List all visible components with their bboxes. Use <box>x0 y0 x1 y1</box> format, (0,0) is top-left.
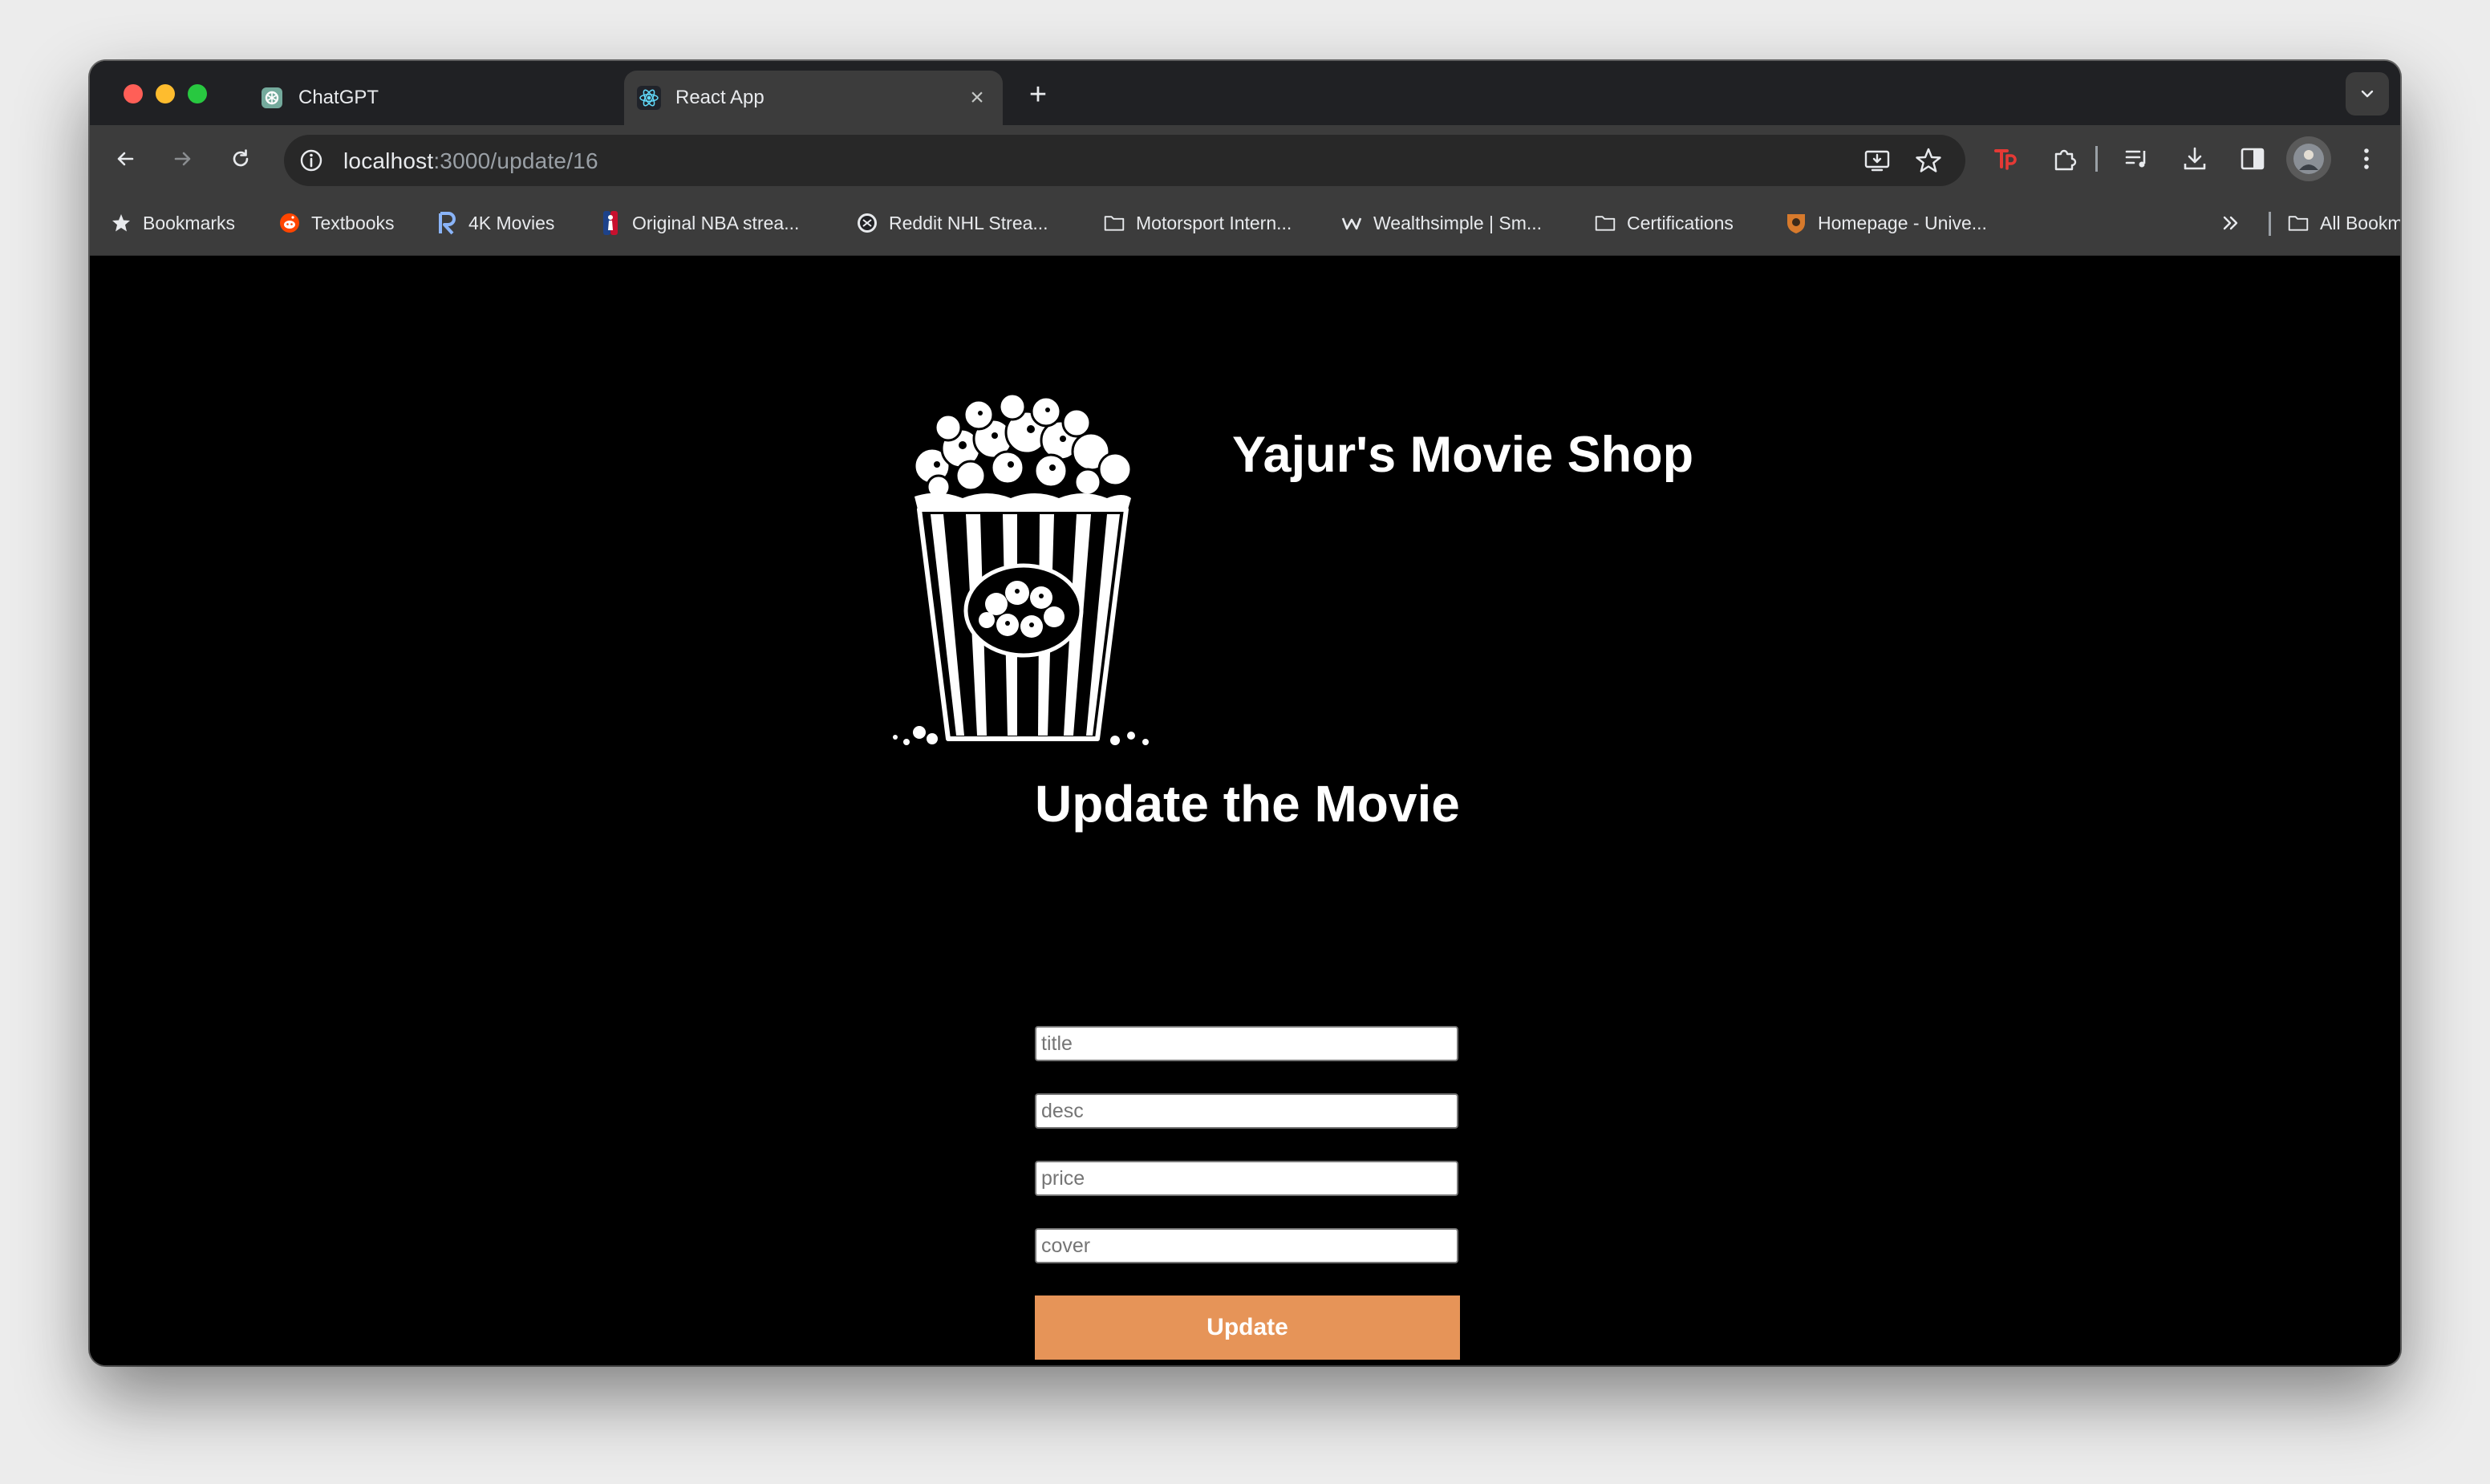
popcorn-icon <box>893 392 1149 745</box>
install-app-icon[interactable] <box>1863 146 1892 179</box>
tab-strip: ChatGPT × React App × + <box>90 61 2400 125</box>
maximize-window-button[interactable] <box>188 84 207 103</box>
shop-title: Yajur's Movie Shop <box>1232 427 1694 483</box>
side-panel-button[interactable] <box>2235 141 2270 176</box>
nhl-icon <box>857 213 878 233</box>
page-content: Yajur's Movie Shop Update the Movie Upda… <box>90 256 2400 1365</box>
extensions-button[interactable] <box>2047 141 2082 176</box>
downloads-button[interactable] <box>2177 141 2212 176</box>
puzzle-icon <box>2054 149 2077 171</box>
browser-toolbar: localhost:3000/update/16 <box>90 125 2400 193</box>
avatar-icon <box>2293 144 2324 174</box>
bookmark-nhl[interactable]: Reddit NHL Strea... <box>857 209 1048 237</box>
bookmark-nba[interactable]: Original NBA strea... <box>600 209 799 237</box>
folder-icon <box>1595 213 1616 233</box>
chevron-down-icon <box>2361 90 2374 98</box>
bookmarks-divider <box>2269 212 2271 236</box>
tab-react-app[interactable]: React App × <box>624 71 1003 125</box>
update-button[interactable]: Update <box>1035 1295 1460 1360</box>
url-text[interactable]: localhost:3000/update/16 <box>343 148 598 174</box>
bookmark-label: Reddit NHL Strea... <box>889 212 1048 233</box>
react-icon <box>637 86 661 110</box>
profile-avatar[interactable] <box>2286 136 2331 181</box>
bookmark-wealthsimple[interactable]: Wealthsimple | Sm... <box>1341 209 1542 237</box>
url-host: localhost <box>343 148 434 173</box>
folder-icon <box>1104 213 1125 233</box>
download-icon <box>2184 147 2206 170</box>
arrow-left-icon <box>117 152 134 166</box>
bookmark-bookmarks[interactable]: Bookmarks <box>111 209 235 237</box>
browser-window: ChatGPT × React App × + <box>90 61 2400 1365</box>
bookmark-homepage-university[interactable]: Homepage - Unive... <box>1786 209 1987 237</box>
bookmark-4k-movies[interactable]: 4K Movies <box>436 209 554 237</box>
bookmark-label: Motorsport Intern... <box>1136 212 1292 233</box>
all-bookmarks-button[interactable]: All Bookmarks <box>2288 209 2400 237</box>
bookmark-label: Bookmarks <box>143 212 236 233</box>
r-logo-icon <box>436 212 457 235</box>
site-info-icon[interactable] <box>298 148 324 177</box>
address-bar[interactable]: localhost:3000/update/16 <box>284 135 1965 186</box>
arrow-right-icon <box>174 152 191 166</box>
more-vertical-icon <box>2364 148 2369 169</box>
bookmark-motorsport[interactable]: Motorsport Intern... <box>1104 209 1292 237</box>
menu-button[interactable] <box>2349 141 2384 176</box>
more-bookmarks-button[interactable] <box>2220 209 2253 237</box>
back-button[interactable] <box>107 141 143 176</box>
chatgpt-icon <box>260 86 284 110</box>
bookmark-label: All Bookmarks <box>2320 212 2400 233</box>
close-icon[interactable]: × <box>966 86 988 110</box>
bookmark-label: Homepage - Unive... <box>1818 212 1987 233</box>
toolbar-divider <box>2095 146 2098 172</box>
bookmark-label: 4K Movies <box>468 212 555 233</box>
bookmark-textbooks[interactable]: Textbooks <box>279 209 395 237</box>
forward-button[interactable] <box>165 141 201 176</box>
title-input[interactable] <box>1035 1026 1458 1061</box>
media-controls-button[interactable] <box>2119 141 2155 176</box>
form-heading: Update the Movie <box>1035 775 1460 833</box>
bookmark-certifications[interactable]: Certifications <box>1595 209 1734 237</box>
bookmark-label: Original NBA strea... <box>632 212 800 233</box>
media-queue-icon <box>2125 150 2146 168</box>
bookmarks-bar: Bookmarks Textbooks 4K Movies Original N… <box>90 193 2400 256</box>
reload-button[interactable] <box>223 141 258 176</box>
side-panel-icon <box>2241 148 2265 170</box>
cover-input[interactable] <box>1035 1228 1458 1263</box>
close-window-button[interactable] <box>124 84 143 103</box>
tab-search-button[interactable] <box>2346 72 2389 116</box>
star-icon <box>111 213 132 233</box>
bookmark-label: Textbooks <box>311 212 395 233</box>
university-crest-icon <box>1786 213 1807 233</box>
star-icon[interactable] <box>1914 146 1943 179</box>
reddit-icon <box>279 213 300 233</box>
price-input[interactable] <box>1035 1161 1458 1196</box>
bookmark-label: Wealthsimple | Sm... <box>1373 212 1543 233</box>
folder-icon <box>2288 213 2309 233</box>
tab-chatgpt[interactable]: ChatGPT × <box>247 71 688 125</box>
extension-tp-button[interactable] <box>1988 141 2023 176</box>
bookmark-label: Certifications <box>1627 212 1734 233</box>
wealthsimple-icon <box>1341 213 1362 233</box>
reload-icon <box>233 149 249 167</box>
tab-title: ChatGPT <box>298 87 379 108</box>
double-chevron-right-icon <box>2220 213 2241 233</box>
tp-logo-icon <box>1994 149 2017 170</box>
minimize-window-button[interactable] <box>156 84 175 103</box>
desc-input[interactable] <box>1035 1093 1458 1129</box>
url-path: :3000/update/16 <box>433 148 598 173</box>
new-tab-button[interactable]: + <box>1020 77 1056 112</box>
tab-title: React App <box>675 87 764 108</box>
nba-icon <box>600 211 621 235</box>
